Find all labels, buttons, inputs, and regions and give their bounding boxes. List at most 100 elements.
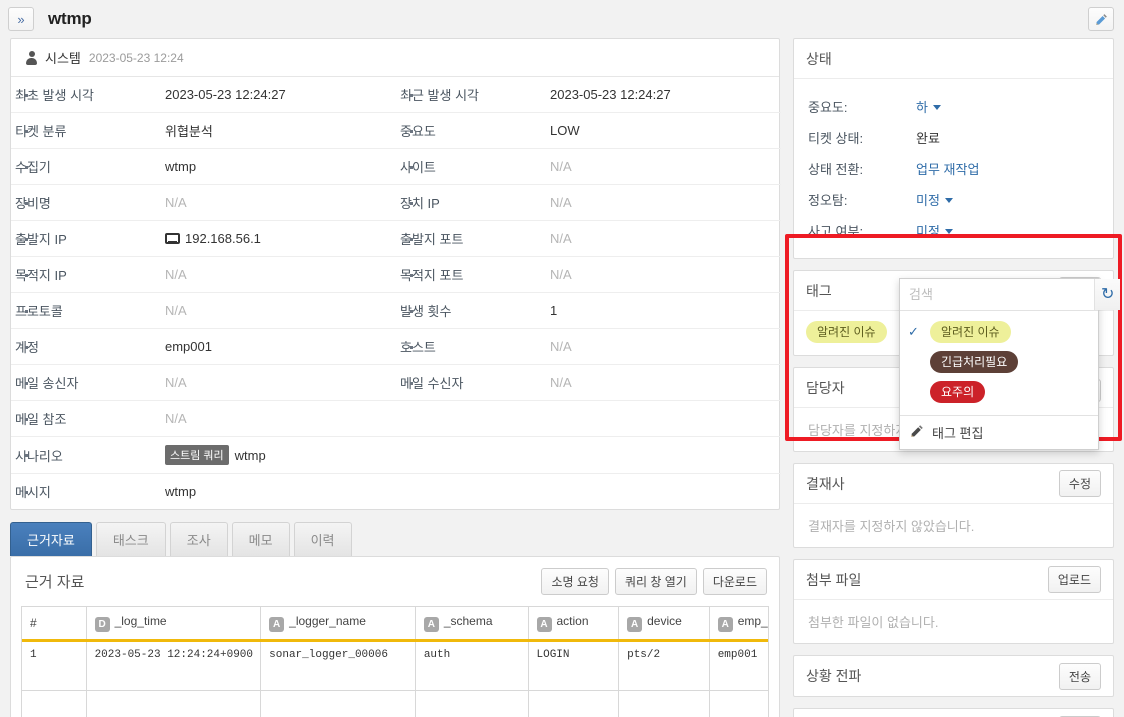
detail-row: 메시지 wtmp xyxy=(11,474,781,510)
detail-row: 프로토콜 N/A 발생 횟수 1 xyxy=(11,293,781,329)
detail-value: 1 xyxy=(550,303,558,318)
grid-column-header[interactable]: Aemp_key xyxy=(709,607,768,642)
pencil-icon[interactable] xyxy=(1088,7,1114,31)
ticket-author: 시스템 xyxy=(45,51,81,66)
tag-option[interactable]: 긴급처리필요 xyxy=(900,347,1098,377)
detail-label: 수집기 xyxy=(11,149,161,185)
status-value-text[interactable]: 미정 xyxy=(916,224,940,239)
broadcast-panel-header: 상황 전파 전송 xyxy=(794,656,1113,696)
status-value-text[interactable]: 하 xyxy=(916,100,928,115)
tag-edit-menu-item[interactable]: 태그 편집 xyxy=(900,415,1098,449)
detail-value-text: N/A xyxy=(165,195,187,210)
approver-edit-button[interactable]: 수정 xyxy=(1058,470,1101,497)
tab-4[interactable]: 이력 xyxy=(293,522,352,556)
status-label: 상태 전환: xyxy=(808,162,864,177)
broadcast-send-button[interactable]: 전송 xyxy=(1058,662,1101,690)
status-row: 정오탐: 미정 xyxy=(808,184,1099,215)
grid-column-label: action xyxy=(556,614,589,628)
tab-3[interactable]: 메모 xyxy=(231,522,290,556)
ticket-info-card: 시스템 2023-05-23 12:24 최초 발생 시각 2023-05-23 … xyxy=(10,38,781,510)
tag-edit-menu-label: 태그 편집 xyxy=(932,426,984,441)
column-type-badge: A xyxy=(627,617,643,632)
detail-row: 목적지 IP N/A 목적지 포트 N/A xyxy=(11,257,781,293)
column-type-badge: A xyxy=(536,617,552,632)
tag-panel-title: 태그 xyxy=(806,282,832,299)
detail-label: 중요도 xyxy=(396,113,546,149)
monitor-icon xyxy=(165,233,180,244)
alert-mail-panel-header: 경고 메일 작성 xyxy=(794,709,1113,717)
tag-pill[interactable]: 알려진 이슈 xyxy=(806,321,887,343)
detail-row: 티켓 분류 위협분석 중요도 LOW xyxy=(11,113,781,149)
grid-column-header[interactable]: A _logger_name xyxy=(260,607,416,642)
grid-column-header[interactable]: Aaction xyxy=(528,607,620,642)
alert-mail-panel: 경고 메일 작성 xyxy=(793,708,1114,717)
detail-value: N/A xyxy=(161,365,396,401)
tag-option-pill: 알려진 이슈 xyxy=(930,321,1011,343)
status-value-text[interactable]: 미정 xyxy=(916,193,940,208)
detail-row: 시나리오 스트림 쿼리 wtmp xyxy=(11,437,781,474)
page-layout: 시스템 2023-05-23 12:24 최초 발생 시각 2023-05-23 … xyxy=(0,38,1124,717)
detail-label: 최초 발생 시각 xyxy=(11,77,161,113)
attachment-panel-body: 첨부한 파일이 없습니다. xyxy=(794,600,1113,643)
approver-panel: 결재사 수정 결재자를 지정하지 않았습니다. xyxy=(793,463,1114,548)
attachment-upload-button[interactable]: 업로드 xyxy=(1047,566,1101,593)
tab-1[interactable]: 태스크 xyxy=(95,522,166,556)
person-icon xyxy=(25,50,38,65)
tab-2[interactable]: 조사 xyxy=(169,522,228,556)
chevron-down-icon[interactable] xyxy=(944,198,953,203)
evidence-grid-scroll[interactable]: # D _log_time A _logger_name A _schema Aaction A… xyxy=(21,606,769,717)
detail-value-text: 2023-05-23 12:24:27 xyxy=(165,87,286,102)
tag-option[interactable]: ✓ 알려진 이슈 xyxy=(900,317,1098,347)
grid-empty-cell xyxy=(260,690,416,717)
tag-option[interactable]: 요주의 xyxy=(900,377,1098,407)
refresh-icon[interactable]: ↻ xyxy=(1094,279,1121,310)
column-type-badge: A xyxy=(423,617,439,632)
evidence-header: 근거 자료 소명 요청 쿼리 창 열기 다운로드 xyxy=(11,557,779,606)
detail-value: N/A xyxy=(161,185,396,221)
download-button[interactable]: 다운로드 xyxy=(702,568,767,595)
detail-value-text: N/A xyxy=(165,375,187,390)
ticket-detail-table: 최초 발생 시각 2023-05-23 12:24:27 최근 발생 시각 2023-… xyxy=(11,77,781,509)
tag-option-pill: 요주의 xyxy=(930,381,986,403)
detail-value-text: wtmp xyxy=(234,448,266,463)
status-value[interactable]: 하 xyxy=(916,91,1099,122)
detail-row: 최초 발생 시각 2023-05-23 12:24:27 최근 발생 시각 2023-… xyxy=(11,77,781,113)
content-tabs: 근거자료 태스크 조사 메모 이력 xyxy=(10,522,780,556)
detail-value: N/A xyxy=(550,231,572,246)
chevron-double-right-icon[interactable]: » xyxy=(8,7,34,31)
check-icon: ✓ xyxy=(908,324,919,339)
detail-value: 2023-05-23 12:24:27 xyxy=(550,87,671,102)
request-explanation-button[interactable]: 소명 요청 xyxy=(541,568,609,595)
broadcast-panel: 상황 전파 전송 xyxy=(793,655,1114,697)
status-panel-header: 상태 xyxy=(794,39,1113,79)
approver-empty-text: 결재자를 지정하지 않았습니다. xyxy=(808,519,975,534)
grid-column-header[interactable]: D _log_time xyxy=(86,607,262,642)
open-query-window-button[interactable]: 쿼리 창 열기 xyxy=(614,568,697,595)
grid-empty-row xyxy=(22,690,768,717)
grid-column-header[interactable]: A _schema xyxy=(415,607,529,642)
grid-column-header[interactable]: # xyxy=(22,607,87,642)
detail-label: 티켓 분류 xyxy=(11,113,161,149)
tab-0[interactable]: 근거자료 xyxy=(10,522,92,556)
status-value[interactable]: 미정 xyxy=(916,215,1099,246)
grid-column-label: device xyxy=(647,614,682,628)
status-panel-title: 상태 xyxy=(806,50,832,67)
table-row[interactable]: 1 2023-05-23 12:24:24+0900 sonar_logger_00… xyxy=(22,640,768,691)
chevron-down-icon[interactable] xyxy=(944,229,953,234)
pencil-icon xyxy=(910,424,924,441)
tag-search-input[interactable] xyxy=(900,279,1094,310)
column-type-badge: A xyxy=(717,617,733,632)
status-value[interactable]: 업무 재작업 xyxy=(916,153,1099,184)
grid-cell: emp001 xyxy=(709,640,768,691)
grid-column-header[interactable]: Adevice xyxy=(618,607,710,642)
status-value-text[interactable]: 업무 재작업 xyxy=(916,162,979,177)
column-type-badge: A xyxy=(269,617,285,632)
detail-value: N/A xyxy=(161,293,396,329)
status-value[interactable]: 미정 xyxy=(916,184,1099,215)
grid-cell: 1 xyxy=(22,640,87,691)
chevron-down-icon[interactable] xyxy=(932,105,941,110)
column-type-badge: D xyxy=(94,617,110,632)
top-header-bar: » wtmp xyxy=(0,0,1124,38)
detail-label-empty xyxy=(396,474,546,510)
status-row: 사고 여부: 미정 xyxy=(808,215,1099,246)
